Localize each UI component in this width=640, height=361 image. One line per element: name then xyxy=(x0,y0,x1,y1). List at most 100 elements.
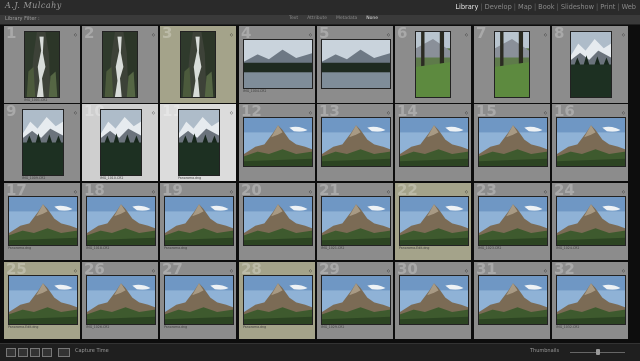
flag-badge-icon[interactable]: ◇ xyxy=(622,110,625,115)
thumbnail-cell[interactable]: 1 IMG_1001.CR2 ◇ xyxy=(4,26,80,103)
thumbnail-image[interactable] xyxy=(102,31,138,98)
thumbnail-image[interactable] xyxy=(478,117,548,167)
flag-badge-icon[interactable]: ◇ xyxy=(465,32,468,37)
flag-badge-icon[interactable]: ◇ xyxy=(152,268,155,273)
thumbnail-cell[interactable]: 3 ◇ xyxy=(160,26,236,103)
thumbnail-cell[interactable]: 10 IMG_1010.CR2 ◇ xyxy=(82,104,158,181)
thumbnail-image[interactable] xyxy=(478,275,548,325)
flag-badge-icon[interactable]: ◇ xyxy=(74,110,77,115)
thumbnail-cell[interactable]: 20 ◇ xyxy=(239,183,315,260)
flag-badge-icon[interactable]: ◇ xyxy=(230,32,233,37)
flag-badge-icon[interactable]: ◇ xyxy=(309,268,312,273)
flag-badge-icon[interactable]: ◇ xyxy=(230,268,233,273)
thumbnail-image[interactable] xyxy=(494,31,530,98)
thumbnail-cell[interactable]: 26 IMG_1026.CR2 ◇ xyxy=(82,262,158,339)
thumbnail-image[interactable] xyxy=(243,196,313,246)
thumbnail-cell[interactable]: 32 IMG_1032.CR2 ◇ xyxy=(552,262,628,339)
thumbnail-image[interactable] xyxy=(22,109,64,176)
flag-badge-icon[interactable]: ◇ xyxy=(74,268,77,273)
thumbnail-image[interactable] xyxy=(321,275,391,325)
thumbnail-image[interactable] xyxy=(556,275,626,325)
thumbnail-image[interactable] xyxy=(243,39,313,89)
flag-badge-icon[interactable]: ◇ xyxy=(230,189,233,194)
thumbnail-image[interactable] xyxy=(399,196,469,246)
thumbnail-cell[interactable]: 21 IMG_1021.CR2 ◇ xyxy=(317,183,393,260)
thumbnail-cell[interactable]: 19 Panorama.dng ◇ xyxy=(160,183,236,260)
flag-badge-icon[interactable]: ◇ xyxy=(465,268,468,273)
flag-badge-icon[interactable]: ◇ xyxy=(152,32,155,37)
flag-badge-icon[interactable]: ◇ xyxy=(544,268,547,273)
thumbnail-grid[interactable]: 1 IMG_1001.CR2 ◇ 2 ◇ 3 ◇ 4 IMG_1004.CR2 ◇ 5 ◇ 6 ◇ 7 ◇ 8 ◇… xyxy=(4,26,638,342)
module-slideshow[interactable]: Slideshow xyxy=(561,3,594,11)
flag-badge-icon[interactable]: ◇ xyxy=(465,189,468,194)
thumbnail-image[interactable] xyxy=(415,31,451,98)
thumbnail-cell[interactable]: 9 IMG_1009.CR2 ◇ xyxy=(4,104,80,181)
thumbnail-image[interactable] xyxy=(8,196,78,246)
flag-badge-icon[interactable]: ◇ xyxy=(309,189,312,194)
module-map[interactable]: Map xyxy=(518,3,532,11)
thumbnail-cell[interactable]: 5 ◇ xyxy=(317,26,393,103)
thumbnail-image[interactable] xyxy=(399,275,469,325)
thumbnail-size-knob[interactable] xyxy=(596,349,600,355)
thumbnail-cell[interactable]: 27 Panorama.dng ◇ xyxy=(160,262,236,339)
filter-metadata[interactable]: Metadata xyxy=(336,16,357,21)
module-book[interactable]: Book xyxy=(538,3,554,11)
thumbnail-cell[interactable]: 18 IMG_1018.CR2 ◇ xyxy=(82,183,158,260)
flag-badge-icon[interactable]: ◇ xyxy=(387,189,390,194)
thumbnail-cell[interactable]: 14 ◇ xyxy=(395,104,471,181)
thumbnail-cell[interactable]: 16 ◇ xyxy=(552,104,628,181)
flag-badge-icon[interactable]: ◇ xyxy=(622,32,625,37)
thumbnail-image[interactable] xyxy=(178,109,220,176)
flag-badge-icon[interactable]: ◇ xyxy=(309,110,312,115)
thumbnail-cell[interactable]: 22 Panorama-Edit.dng ◇ xyxy=(395,183,471,260)
painter-icon[interactable] xyxy=(58,348,70,357)
thumbnail-image[interactable] xyxy=(86,196,156,246)
thumbnail-cell[interactable]: 30 ◇ xyxy=(395,262,471,339)
flag-badge-icon[interactable]: ◇ xyxy=(544,32,547,37)
thumbnail-image[interactable] xyxy=(321,39,391,89)
thumbnail-image[interactable] xyxy=(556,117,626,167)
flag-badge-icon[interactable]: ◇ xyxy=(465,110,468,115)
grid-view-button[interactable] xyxy=(6,348,16,357)
thumbnail-image[interactable] xyxy=(570,31,612,98)
thumbnail-image[interactable] xyxy=(321,196,391,246)
flag-badge-icon[interactable]: ◇ xyxy=(152,110,155,115)
thumbnail-image[interactable] xyxy=(321,117,391,167)
flag-badge-icon[interactable]: ◇ xyxy=(230,110,233,115)
thumbnail-cell[interactable]: 24 IMG_1024.CR2 ◇ xyxy=(552,183,628,260)
flag-badge-icon[interactable]: ◇ xyxy=(544,110,547,115)
thumbnail-image[interactable] xyxy=(243,117,313,167)
thumbnail-cell[interactable]: 25 Panorama-Edit.dng ◇ xyxy=(4,262,80,339)
sort-label[interactable]: Capture Time xyxy=(75,348,109,354)
filter-attribute[interactable]: Attribute xyxy=(307,16,327,21)
flag-badge-icon[interactable]: ◇ xyxy=(622,189,625,194)
filter-none[interactable]: None xyxy=(366,16,378,21)
loupe-view-button[interactable] xyxy=(18,348,28,357)
thumbnail-image[interactable] xyxy=(24,31,60,98)
flag-badge-icon[interactable]: ◇ xyxy=(152,189,155,194)
thumbnail-image[interactable] xyxy=(180,31,216,98)
thumbnail-cell[interactable]: 15 ◇ xyxy=(474,104,550,181)
flag-badge-icon[interactable]: ◇ xyxy=(387,268,390,273)
module-web[interactable]: Web xyxy=(622,3,636,11)
thumbnail-image[interactable] xyxy=(478,196,548,246)
survey-view-button[interactable] xyxy=(42,348,52,357)
thumbnail-cell[interactable]: 6 ◇ xyxy=(395,26,471,103)
thumbnail-cell[interactable]: 8 ◇ xyxy=(552,26,628,103)
thumbnail-image[interactable] xyxy=(399,117,469,167)
thumbnail-cell[interactable]: 23 IMG_1023.CR2 ◇ xyxy=(474,183,550,260)
flag-badge-icon[interactable]: ◇ xyxy=(309,32,312,37)
thumbnail-image[interactable] xyxy=(556,196,626,246)
thumbnail-cell[interactable]: 28 Panorama.dng ◇ xyxy=(239,262,315,339)
thumbnail-cell[interactable]: 4 IMG_1004.CR2 ◇ xyxy=(239,26,315,103)
module-print[interactable]: Print xyxy=(600,3,615,11)
flag-badge-icon[interactable]: ◇ xyxy=(622,268,625,273)
flag-badge-icon[interactable]: ◇ xyxy=(74,32,77,37)
thumbnail-cell[interactable]: 13 ◇ xyxy=(317,104,393,181)
thumbnail-image[interactable] xyxy=(164,196,234,246)
flag-badge-icon[interactable]: ◇ xyxy=(387,32,390,37)
compare-view-button[interactable] xyxy=(30,348,40,357)
flag-badge-icon[interactable]: ◇ xyxy=(544,189,547,194)
thumbnail-image[interactable] xyxy=(86,275,156,325)
module-library[interactable]: Library xyxy=(455,3,478,11)
